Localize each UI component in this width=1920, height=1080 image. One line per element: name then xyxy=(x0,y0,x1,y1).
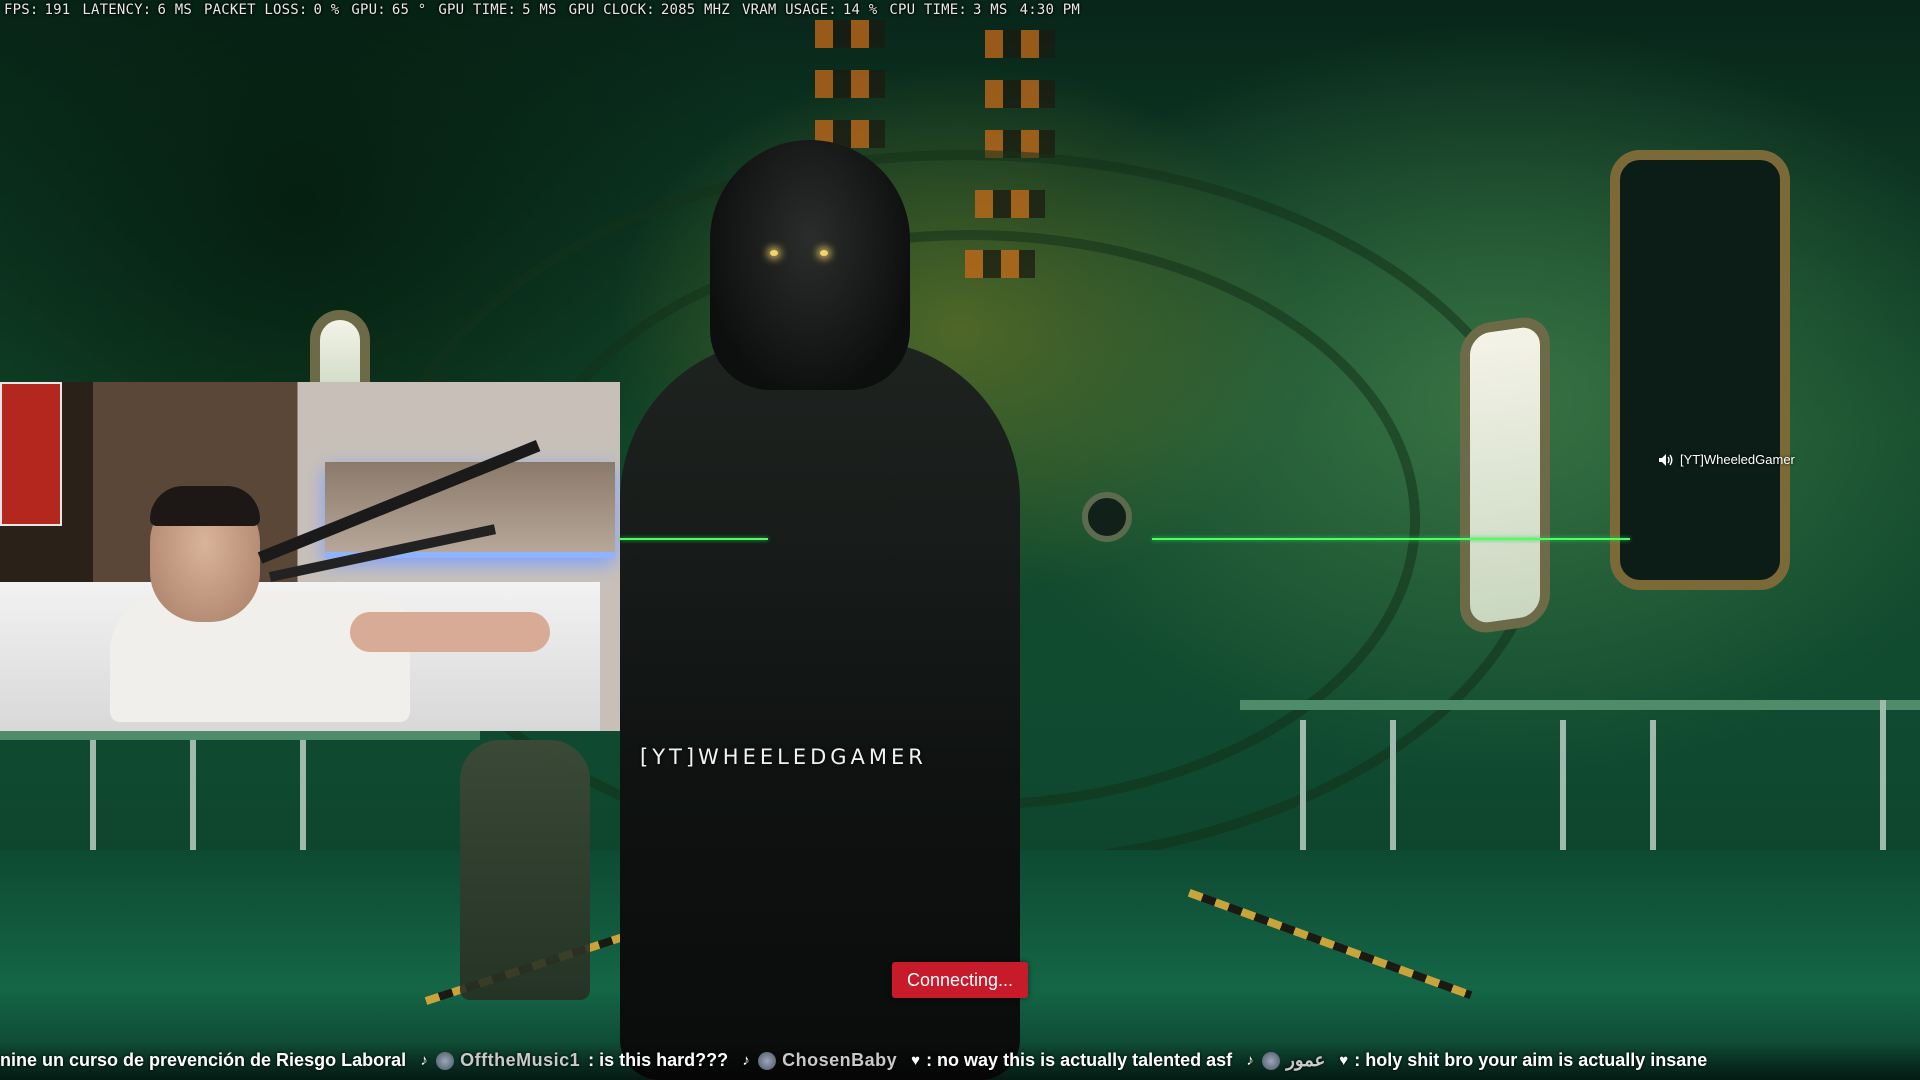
perf-stat: GPU: 65 ° xyxy=(351,2,426,22)
webcam-poster xyxy=(0,382,62,526)
connecting-status-button[interactable]: Connecting... xyxy=(892,962,1028,998)
perf-stat: VRAM USAGE: 14 % xyxy=(742,2,877,22)
chat-message: : is this hard??? xyxy=(588,1050,729,1070)
operator-hood xyxy=(710,140,910,390)
perf-stat-label: GPU CLOCK: xyxy=(568,2,655,18)
perf-stat-value: 2085 MHZ xyxy=(660,2,730,18)
streamer-arm xyxy=(350,612,550,652)
player-nameplate: [YT]WHEELEDGAMER xyxy=(640,745,927,769)
chat-username: عمور xyxy=(1286,1050,1326,1070)
perf-stat-label: GPU TIME: xyxy=(438,2,517,18)
perf-stat: GPU CLOCK: 2085 MHZ xyxy=(569,2,730,22)
operator-eye xyxy=(770,250,778,256)
streamer-hair xyxy=(150,486,260,526)
chat-message: : no way this is actually talented asf xyxy=(926,1050,1233,1070)
fuselage-window xyxy=(1460,313,1550,637)
avatar xyxy=(436,1051,455,1070)
operator-character xyxy=(620,140,1080,1080)
perf-stat: GPU TIME: 5 MS xyxy=(438,2,556,22)
tiktok-icon: ♪ xyxy=(1246,1052,1254,1069)
perf-stat-value: 5 MS xyxy=(522,2,557,18)
voice-chat-name: [YT]WheeledGamer xyxy=(1680,452,1795,467)
perf-stat-value: 65 ° xyxy=(391,2,427,18)
perf-stat-value: 6 MS xyxy=(157,2,192,18)
ceiling-stripe xyxy=(815,70,885,98)
perf-stat: PACKET LOSS: 0 % xyxy=(204,2,339,22)
perf-stat: FPS: 191 xyxy=(4,2,70,22)
perf-stat-value: 14 % xyxy=(842,2,878,18)
perf-stat: CPU TIME: 3 MS xyxy=(889,2,1007,22)
perf-stat-label: GPU: xyxy=(351,2,386,18)
streamer-webcam xyxy=(0,382,620,731)
tiktok-icon: ♪ xyxy=(742,1052,750,1069)
chat-ticker-track: nine un curso de prevención de Riesgo La… xyxy=(0,1050,1717,1071)
chat-ticker: nine un curso de prevención de Riesgo La… xyxy=(0,1042,1920,1080)
ceiling-stripe xyxy=(985,30,1055,58)
perf-stat-label: VRAM USAGE: xyxy=(741,2,837,18)
speaker-icon xyxy=(1659,453,1673,466)
tiktok-icon: ♪ xyxy=(420,1052,428,1069)
perf-stat-value: 0 % xyxy=(313,2,340,18)
hud-guide-line xyxy=(620,538,768,540)
performance-overlay: FPS: 191 LATENCY: 6 MS PACKET LOSS: 0 % GPU: 65… xyxy=(4,2,1080,22)
chat-message: : holy shit bro your aim is actually ins… xyxy=(1354,1050,1708,1070)
webcam-streamer xyxy=(110,440,550,722)
perf-stat-value: 191 xyxy=(44,2,71,18)
perf-stat-label: PACKET LOSS: xyxy=(203,2,308,18)
seat-rail xyxy=(0,730,480,740)
ceiling-stripe xyxy=(815,20,885,48)
avatar xyxy=(758,1051,777,1070)
perf-stat-label: FPS: xyxy=(4,2,39,18)
heart-icon: ♥ xyxy=(911,1052,921,1069)
voice-chat-indicator: [YT]WheeledGamer xyxy=(1658,452,1795,467)
chat-username: OfftheMusic1 xyxy=(460,1050,581,1070)
perf-stat-value: 3 MS xyxy=(973,2,1008,18)
perf-stat: 4:30 PM xyxy=(1020,2,1080,22)
avatar xyxy=(1262,1051,1281,1070)
ticker-lead-text: nine un curso de prevención de Riesgo La… xyxy=(0,1050,407,1070)
perf-stat-label: LATENCY: xyxy=(82,2,152,18)
perf-stat-label: CPU TIME: xyxy=(889,2,968,18)
seat-rail xyxy=(1240,700,1920,710)
heart-icon: ♥ xyxy=(1339,1052,1349,1069)
ceiling-stripe xyxy=(985,80,1055,108)
fuselage-window xyxy=(1610,150,1790,590)
chat-username: ChosenBaby xyxy=(782,1050,898,1070)
hud-guide-line xyxy=(1152,538,1630,540)
perf-stat: LATENCY: 6 MS xyxy=(82,2,192,22)
porthole xyxy=(1082,492,1132,542)
background-soldier xyxy=(460,740,590,1000)
perf-stat-value: 4:30 PM xyxy=(1019,2,1080,18)
operator-eye xyxy=(820,250,828,256)
